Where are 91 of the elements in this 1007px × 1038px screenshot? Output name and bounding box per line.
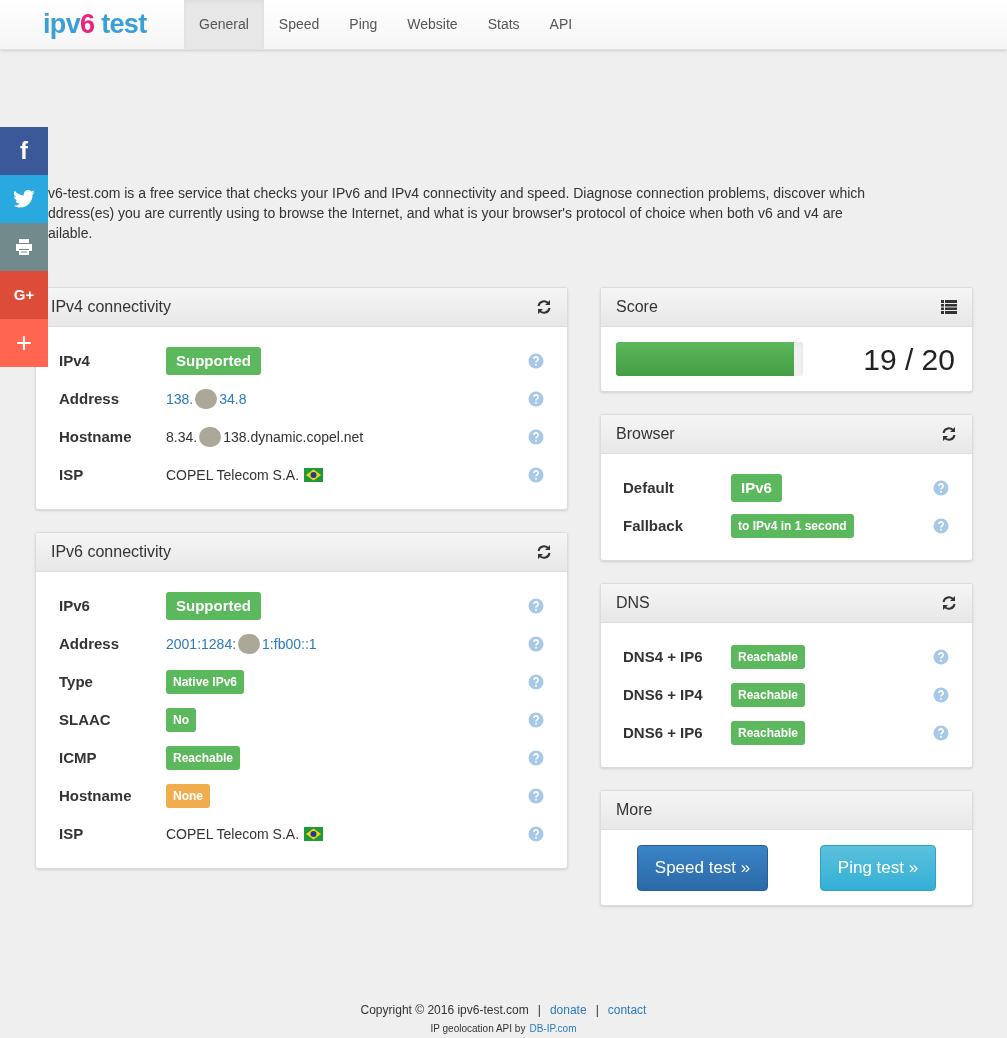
status-badge: Reachable: [166, 746, 241, 770]
printer-icon: [15, 238, 33, 256]
address-link[interactable]: 34.8: [219, 388, 247, 410]
row-label: ISP: [59, 464, 85, 485]
help-icon[interactable]: [528, 598, 544, 614]
help-icon[interactable]: [528, 788, 544, 804]
contact-link[interactable]: contact: [607, 1001, 647, 1019]
row-label: Default: [623, 477, 675, 498]
row-label: Address: [59, 388, 121, 409]
row-label: IPv4: [59, 350, 91, 371]
address-link[interactable]: 2001:1284:: [166, 633, 237, 655]
row-label: ISP: [59, 823, 85, 844]
status-badge: to IPv4 in 1 second: [731, 514, 854, 538]
help-icon[interactable]: [528, 674, 544, 690]
status-badge: Native IPv6: [166, 670, 245, 694]
nav-tab[interactable]: Stats: [472, 0, 535, 49]
help-icon[interactable]: [528, 353, 544, 369]
panel-title: Score: [616, 297, 658, 317]
score-value: 19 / 20: [863, 341, 956, 378]
refresh-icon[interactable]: [941, 426, 957, 442]
address-link[interactable]: 1:fb00::1: [262, 633, 317, 655]
status-badge: Reachable: [731, 721, 806, 745]
copyright-text: Copyright © 2016 ipv6-test.com: [360, 1002, 529, 1019]
site-logo[interactable]: ipv6 test: [43, 0, 184, 49]
donate-link[interactable]: donate: [549, 1001, 587, 1019]
nav-tab[interactable]: General: [184, 0, 264, 49]
status-badge: Supported: [166, 591, 261, 621]
address-link[interactable]: 138.: [166, 388, 194, 410]
panel-title: More: [616, 800, 653, 820]
panel-title: IPv6 connectivity: [51, 542, 172, 562]
panel-title: IPv4 connectivity: [51, 297, 172, 317]
row-label: Address: [59, 633, 121, 654]
row-label: Fallback: [623, 515, 685, 536]
help-icon[interactable]: [528, 391, 544, 407]
help-icon[interactable]: [528, 429, 544, 445]
row-label: ICMP: [59, 747, 98, 768]
row-label: SLAAC: [59, 709, 112, 730]
status-badge: Reachable: [731, 683, 806, 707]
redaction-mark: [238, 634, 261, 654]
status-badge: IPv6: [731, 473, 782, 503]
panel-title: Browser: [616, 424, 675, 444]
geolocation-credit: IP geolocation API by: [430, 1022, 526, 1036]
isp-text: COPEL Telecom S.A.: [166, 465, 300, 485]
more-share-button[interactable]: +: [0, 319, 48, 367]
row-label: IPv6: [59, 595, 91, 616]
row-label: Hostname: [59, 426, 133, 447]
row-label: Type: [59, 671, 94, 692]
flag-icon: [304, 468, 324, 482]
intro-paragraph: v6-test.com is a free service that checks your IPv6 and IPv4 connectivity and speed. Diagnose connection problems, discover which ddress(es) you are currently using to browse the Internet, and what is your browser's protocol of choice when both v6 and v4 are ailable.: [48, 184, 867, 243]
nav-tab[interactable]: Ping: [334, 0, 393, 49]
status-badge: Supported: [166, 346, 261, 376]
status-badge: None: [166, 784, 210, 808]
nav-tab[interactable]: Speed: [263, 0, 335, 49]
help-icon[interactable]: [933, 518, 949, 534]
separator-text: |: [595, 1002, 599, 1019]
twitter-share-button[interactable]: [0, 175, 48, 223]
db-ip-link[interactable]: DB-IP.com: [529, 1021, 577, 1036]
facebook-share-button[interactable]: f: [0, 127, 48, 175]
help-icon[interactable]: [933, 725, 949, 741]
help-icon[interactable]: [933, 687, 949, 703]
status-badge: Reachable: [731, 645, 806, 669]
refresh-icon[interactable]: [536, 299, 552, 315]
hostname-text: 8.34.: [166, 427, 198, 447]
hostname-text: 138.dynamic.copel.net: [223, 427, 364, 447]
row-label: DNS6 + IP6: [623, 722, 704, 743]
google-plus-share-button[interactable]: G+: [0, 271, 48, 319]
nav-tab[interactable]: Website: [392, 0, 473, 49]
refresh-icon[interactable]: [536, 544, 552, 560]
help-icon[interactable]: [933, 649, 949, 665]
row-label: DNS6 + IP4: [623, 684, 704, 705]
redaction-mark: [195, 389, 218, 409]
bird-icon: [13, 190, 35, 208]
refresh-icon[interactable]: [941, 595, 957, 611]
list-icon[interactable]: [941, 300, 957, 314]
help-icon[interactable]: [528, 750, 544, 766]
isp-text: COPEL Telecom S.A.: [166, 824, 300, 844]
help-icon[interactable]: [528, 826, 544, 842]
row-label: DNS4 + IP6: [623, 646, 704, 667]
nav-tab[interactable]: API: [534, 0, 588, 49]
status-badge: No: [166, 708, 196, 732]
flag-icon: [304, 827, 324, 841]
help-icon[interactable]: [528, 636, 544, 652]
row-label: Hostname: [59, 785, 133, 806]
help-icon[interactable]: [528, 712, 544, 728]
speed-test-button[interactable]: Speed test »: [636, 844, 769, 891]
redaction-mark: [199, 427, 222, 447]
panel-title: DNS: [616, 593, 650, 613]
help-icon[interactable]: [933, 480, 949, 496]
separator-text: |: [537, 1002, 541, 1019]
help-icon[interactable]: [528, 467, 544, 483]
print-button[interactable]: [0, 223, 48, 271]
